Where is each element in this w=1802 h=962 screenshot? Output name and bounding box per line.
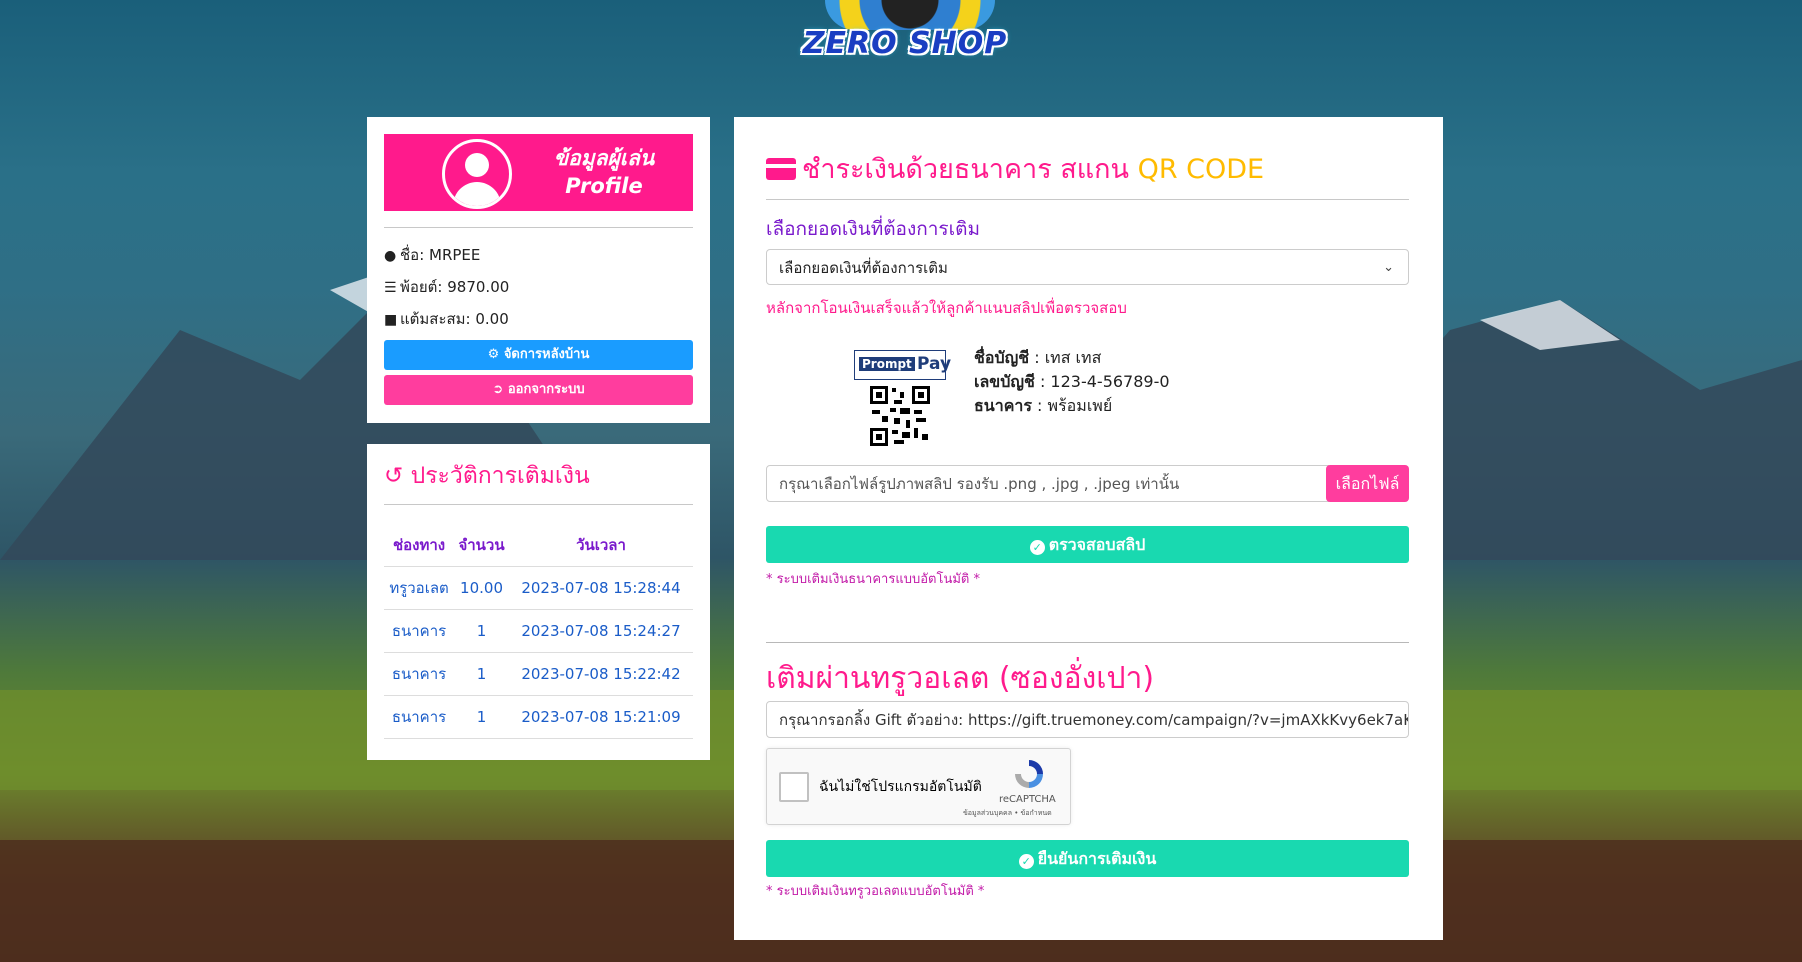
profile-panel: ข้อมูลผู้เล่น Profile ● ชื่อ: MRPEE ☰ พ้อย…	[367, 117, 710, 423]
cell-channel: ธนาคาร	[384, 695, 455, 739]
truewallet-section-title: เติมผ่านทรูวอเลต (ซองอั่งเปา)	[766, 661, 1155, 696]
profile-banner: ข้อมูลผู้เล่น Profile	[384, 134, 693, 211]
choose-file-button[interactable]: เลือกไฟล์	[1326, 465, 1409, 502]
bank-value: : พร้อมเพย์	[1031, 396, 1113, 415]
table-row: ธนาคาร 1 2023-07-08 15:21:09	[384, 695, 693, 739]
check-circle-icon: ✓	[1018, 854, 1034, 869]
cell-channel: ธนาคาร	[384, 652, 455, 696]
recaptcha-links[interactable]: ข้อมูลส่วนบุคคล • ข้อกำหนด	[963, 808, 1052, 819]
recaptcha-checkbox[interactable]	[779, 772, 809, 802]
cell-amount: 1	[454, 609, 509, 653]
divider	[384, 227, 693, 228]
amount-select-label: เลือกยอดเงินที่ต้องการเติม	[766, 218, 980, 240]
cell-amount: 1	[454, 652, 509, 696]
column-header-amount: จำนวน	[454, 524, 509, 567]
admin-button-label: จัดการหลังบ้าน	[503, 347, 590, 362]
chevron-down-icon: ⌄	[1383, 260, 1394, 275]
site-logo[interactable]: ZERO SHOP	[785, 0, 1025, 64]
cell-amount: 1	[454, 695, 509, 739]
cell-datetime: 2023-07-08 15:24:27	[508, 609, 693, 653]
divider	[384, 504, 693, 505]
table-row: ทรูวอเลต 10.00 2023-07-08 15:28:44	[384, 566, 693, 610]
recaptcha-logo-icon	[1015, 760, 1043, 788]
account-name-value: : เทส เทส	[1029, 348, 1102, 367]
verify-slip-label: ตรวจสอบสลิป	[1048, 535, 1146, 554]
player-accum-row: ■ แต้มสะสม: 0.00	[384, 308, 509, 330]
bank-row: ธนาคาร : พร้อมเพย์	[974, 394, 1112, 418]
player-name-row: ● ชื่อ: MRPEE	[384, 244, 480, 266]
gear-icon: ⚙	[487, 347, 500, 362]
account-name-label: ชื่อบัญชี	[974, 348, 1030, 367]
topup-history-panel: ↺ ประวัติการเติมเงิน ช่องทาง จำนวน วันเว…	[367, 444, 710, 760]
player-points-row: ☰ พ้อยต์: 9870.00	[384, 276, 509, 298]
account-number-value: : 123-4-56789-0	[1034, 372, 1170, 391]
player-name: ชื่อ: MRPEE	[400, 246, 481, 264]
recaptcha-label: ฉันไม่ใช่โปรแกรมอัตโนมัติ	[819, 779, 982, 795]
qr-code-image	[870, 386, 930, 446]
table-row: ธนาคาร 1 2023-07-08 15:24:27	[384, 609, 693, 653]
promptpay-qr: Prompt Pay	[854, 350, 951, 450]
cell-channel: ธนาคาร	[384, 609, 455, 653]
gift-link-input[interactable]: กรุณากรอกลิ้ง Gift ตัวอย่าง: https://gif…	[766, 701, 1409, 738]
truewallet-auto-note: * ระบบเติมเงินทรูวอเลตแบบอัตโนมัติ *	[766, 884, 985, 899]
amount-select[interactable]: เลือกยอดเงินที่ต้องการเติม ⌄	[766, 249, 1409, 285]
cell-datetime: 2023-07-08 15:21:09	[508, 695, 693, 739]
profile-banner-line2: Profile	[565, 174, 643, 198]
confirm-topup-button[interactable]: ✓ ยืนยันการเติมเงิน	[766, 840, 1409, 877]
cell-amount: 10.00	[454, 566, 509, 610]
player-points: พ้อยต์: 9870.00	[400, 278, 510, 296]
history-icon: ↺	[384, 463, 404, 489]
bank-title-main: ชำระเงินด้วยธนาคาร สแกน	[802, 154, 1129, 185]
account-number-label: เลขบัญชี	[974, 372, 1035, 391]
slip-file-input[interactable]: กรุณาเลือกไฟล์รูปภาพสลิป รองรับ .png , .…	[766, 465, 1329, 502]
account-name-row: ชื่อบัญชี : เทส เทส	[974, 346, 1101, 370]
admin-button[interactable]: ⚙ จัดการหลังบ้าน	[384, 340, 693, 370]
promptpay-logo-left: Prompt	[859, 357, 915, 371]
recaptcha-widget: ฉันไม่ใช่โปรแกรมอัตโนมัติ reCAPTCHA ข้อม…	[766, 748, 1071, 825]
account-number-row: เลขบัญชี : 123-4-56789-0	[974, 370, 1170, 394]
profile-banner-title: ข้อมูลผู้เล่น Profile	[524, 144, 684, 200]
cell-channel: ทรูวอเลต	[384, 566, 455, 610]
history-title-text: ประวัติการเติมเงิน	[410, 463, 590, 489]
promptpay-logo-right: Pay	[917, 354, 952, 374]
verify-slip-button[interactable]: ✓ ตรวจสอบสลิป	[766, 526, 1409, 563]
transfer-note: หลักจากโอนเงินเสร็จแล้วให้ลูกค้าแนบสลิปเ…	[766, 299, 1127, 317]
table-row: ธนาคาร 1 2023-07-08 15:22:42	[384, 652, 693, 696]
history-table: ช่องทาง จำนวน วันเวลา ทรูวอเลต 10.00 202…	[384, 524, 693, 739]
cell-datetime: 2023-07-08 15:22:42	[508, 652, 693, 696]
column-header-channel: ช่องทาง	[384, 524, 455, 567]
bank-auto-note: * ระบบเติมเงินธนาคารแบบอัตโนมัติ *	[766, 572, 980, 587]
user-icon: ●	[384, 248, 397, 264]
payment-panel: ชำระเงินด้วยธนาคาร สแกน QR CODE เลือกยอด…	[734, 117, 1443, 940]
check-circle-icon: ✓	[1029, 540, 1045, 555]
profile-banner-line1: ข้อมูลผู้เล่น	[553, 146, 655, 170]
bank-label: ธนาคาร	[974, 396, 1032, 415]
avatar-icon	[442, 139, 512, 209]
cell-datetime: 2023-07-08 15:28:44	[508, 566, 693, 610]
bank-section-title: ชำระเงินด้วยธนาคาร สแกน QR CODE	[766, 147, 1264, 190]
logo-text: ZERO SHOP	[802, 26, 1008, 61]
player-accum: แต้มสะสม: 0.00	[400, 310, 509, 328]
sign-out-icon: ➲	[492, 382, 504, 397]
history-title: ↺ ประวัติการเติมเงิน	[384, 458, 590, 494]
gift-icon: ■	[384, 312, 398, 328]
column-header-datetime: วันเวลา	[508, 524, 693, 567]
coins-icon: ☰	[384, 280, 397, 296]
recaptcha-brand: reCAPTCHA	[999, 794, 1056, 805]
divider	[766, 199, 1409, 200]
amount-select-value: เลือกยอดเงินที่ต้องการเติม	[779, 259, 948, 277]
promptpay-logo: Prompt Pay	[854, 350, 951, 380]
confirm-topup-label: ยืนยันการเติมเงิน	[1037, 849, 1157, 868]
history-header-row: ช่องทาง จำนวน วันเวลา	[384, 524, 693, 567]
bank-title-accent: QR CODE	[1137, 154, 1265, 185]
logout-button[interactable]: ➲ ออกจากระบบ	[384, 375, 693, 405]
divider	[766, 642, 1409, 643]
logout-button-label: ออกจากระบบ	[507, 382, 585, 397]
credit-card-icon	[766, 158, 796, 180]
